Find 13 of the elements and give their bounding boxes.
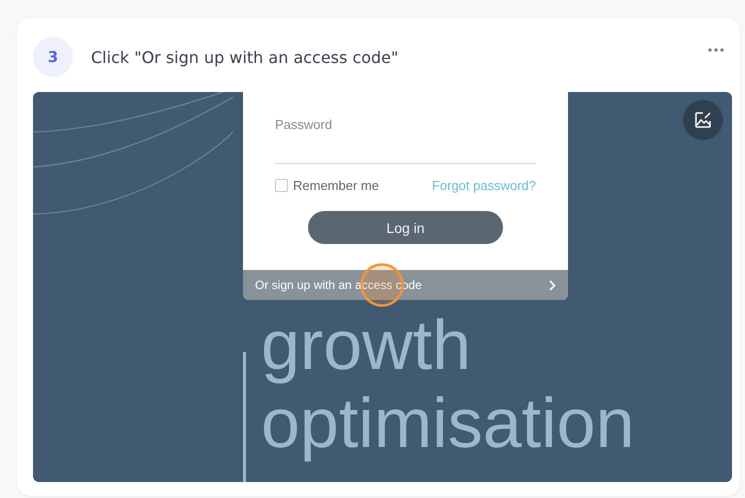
chevron-right-icon (549, 280, 556, 290)
remember-label: Remember me (293, 178, 379, 193)
step-number: 3 (33, 37, 73, 77)
more-icon[interactable] (708, 48, 724, 52)
image-edit-icon (694, 111, 712, 129)
forgot-password-link[interactable]: Forgot password? (432, 178, 536, 193)
headline-text: growth (261, 306, 472, 384)
login-button[interactable]: Log in (308, 211, 503, 244)
password-field[interactable]: Password (275, 117, 536, 164)
remember-checkbox[interactable] (275, 179, 288, 192)
headline-text: optimisation (261, 384, 635, 462)
edit-image-button[interactable] (683, 100, 723, 140)
step-title: Click "Or sign up with an access code" (91, 48, 400, 66)
